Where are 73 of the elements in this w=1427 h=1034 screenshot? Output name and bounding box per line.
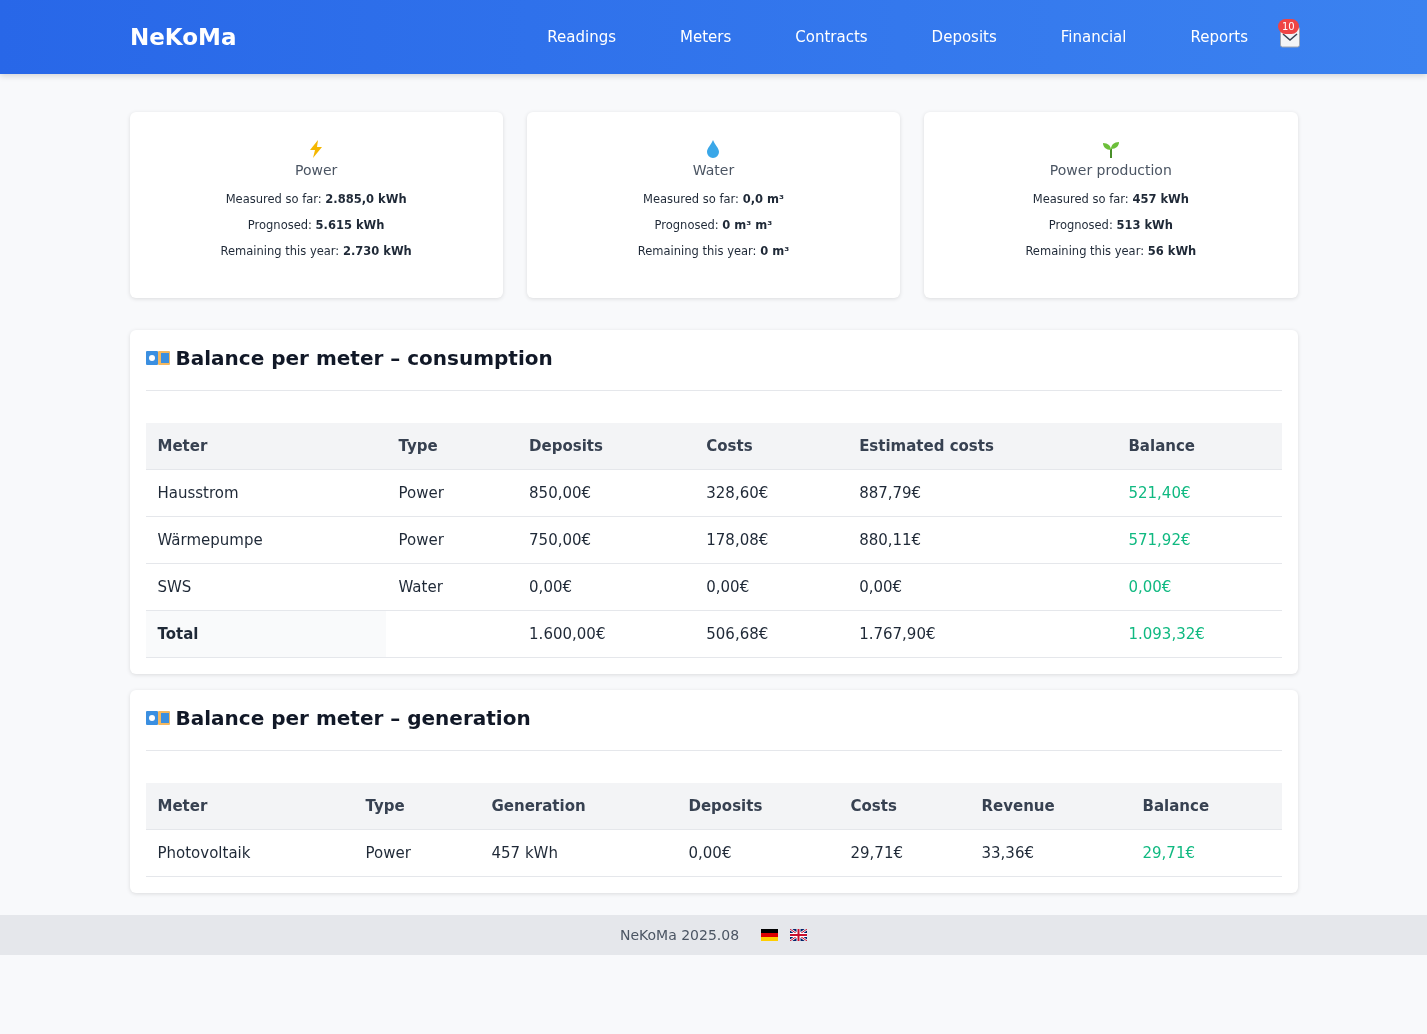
german-flag-icon[interactable] [761,929,779,941]
seedling-icon [1101,140,1120,158]
table-cell: Power [386,516,518,564]
table-cell: Hausstrom [145,469,387,517]
table-cell: Total [145,610,387,658]
column-header: Meter [145,423,387,470]
column-header: Deposits [517,423,695,470]
card-statistic: Prognosed: 0 m³ m³ [654,218,773,232]
table-cell: 571,92€ [1116,516,1282,564]
table-cell: 1.093,32€ [1116,610,1282,658]
card-statistic: Remaining this year: 2.730 kWh [220,244,412,258]
table-cell: SWS [145,563,387,611]
card-statistic: Measured so far: 457 kWh [1032,192,1189,206]
table-cell: 850,00€ [517,469,695,517]
column-header: Deposits [676,783,839,830]
nav-link[interactable]: Reports [1190,28,1248,46]
table-cell: 880,11€ [847,516,1117,564]
table-cell: Power [353,829,480,877]
column-header: Costs [838,783,970,830]
table-cell: 178,08€ [694,516,848,564]
panel-title: Balance per meter – consumption [175,346,553,370]
card-statistic: Remaining this year: 0 m³ [637,244,790,258]
column-header: Costs [694,423,848,470]
card-title: Power production [1049,162,1172,178]
table-cell: 29,71€ [838,829,970,877]
table-cell: 0,00€ [517,563,695,611]
column-header: Type [353,783,480,830]
version-label: NeKoMa 2025.08 [619,927,740,943]
table-cell: 1.600,00€ [517,610,695,658]
brand-logo[interactable]: NeKoMa [130,24,484,50]
column-header: Revenue [969,783,1131,830]
table-cell: 1.767,90€ [847,610,1117,658]
table-cell: Wärmepumpe [145,516,387,564]
card-statistic: Measured so far: 0,0 m³ [642,192,785,206]
column-header: Estimated costs [847,423,1117,470]
table-cell: 887,79€ [847,469,1117,517]
column-header: Balance [1116,423,1282,470]
card-statistic: Prognosed: 5.615 kWh [247,218,385,232]
banknote-icon [145,710,170,726]
table-cell: 0,00€ [1116,563,1282,611]
table-cell: 457 kWh [479,829,677,877]
panel-title: Balance per meter – generation [175,706,531,730]
table-cell: 33,36€ [969,829,1131,877]
table-cell: Water [386,563,518,611]
table-cell: 521,40€ [1116,469,1282,517]
table-cell: 506,68€ [694,610,848,658]
british-flag-icon[interactable] [790,929,808,941]
card-statistic: Measured so far: 2.885,0 kWh [225,192,407,206]
banknote-icon [145,350,170,366]
nav-link[interactable]: Contracts [795,28,868,46]
column-header: Balance [1130,783,1282,830]
table-cell: 29,71€ [1130,829,1282,877]
table-cell: Power [386,469,518,517]
card-statistic: Remaining this year: 56 kWh [1025,244,1197,258]
droplet-icon [706,140,721,158]
nav-link[interactable]: Meters [680,28,732,46]
nav-link[interactable]: Deposits [931,28,997,46]
nav-link[interactable]: Readings [547,28,616,46]
table-cell: 750,00€ [517,516,695,564]
nav-link[interactable]: Financial [1060,28,1127,46]
lightning-icon [308,140,325,158]
table-cell: 0,00€ [847,563,1117,611]
table-cell: 328,60€ [694,469,848,517]
column-header: Meter [145,783,354,830]
card-statistic: Prognosed: 513 kWh [1048,218,1173,232]
table-cell: Photovoltaik [145,829,354,877]
column-header: Generation [479,783,677,830]
table-cell: 0,00€ [694,563,848,611]
table-cell: 0,00€ [676,829,839,877]
column-header: Type [386,423,518,470]
notification-badge: 10 [1278,19,1299,34]
card-title: Power [295,162,338,178]
card-title: Water [692,162,735,178]
